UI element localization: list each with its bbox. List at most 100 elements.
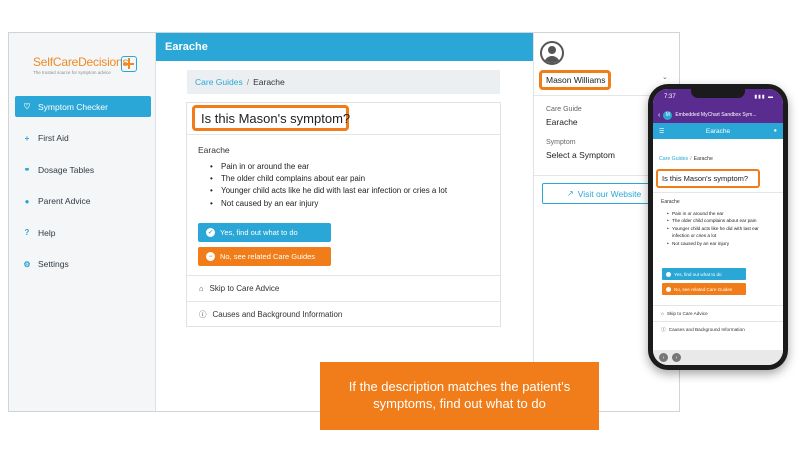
page-title: Earache xyxy=(165,41,208,53)
app-badge-icon: M xyxy=(663,110,673,120)
causes-background-link[interactable]: ⓘ Causes and Background Information xyxy=(187,301,500,327)
symptom-label: Symptom xyxy=(546,139,576,146)
minus-circle-icon xyxy=(666,286,671,292)
care-guide-label: Care Guide xyxy=(546,106,582,113)
user-avatar-icon xyxy=(540,41,564,65)
list-item: The older child complains about ear pain xyxy=(667,217,777,225)
yes-button-label: Yes, find out what to do xyxy=(220,228,298,237)
browser-back-icon[interactable]: ‹ xyxy=(659,353,668,362)
signal-battery-icon: ▮▮▮ ▬ xyxy=(754,94,774,100)
back-arrow-icon[interactable]: ‹ xyxy=(658,112,660,119)
sidebar-item-first-aid[interactable]: + First Aid xyxy=(15,128,151,149)
sidebar-item-label: Dosage Tables xyxy=(38,164,95,175)
phone-symptom-name: Earache xyxy=(661,199,680,205)
sidebar-item-label: Help xyxy=(38,227,56,238)
list-item: Younger child acts like he did with last… xyxy=(210,185,490,197)
minus-circle-icon: − xyxy=(206,252,215,261)
app-window: SelfCareDecisions The trusted source for… xyxy=(8,32,680,412)
sidebar-item-parent-advice[interactable]: ● Parent Advice xyxy=(15,191,151,212)
sidebar-item-label: Symptom Checker xyxy=(38,101,108,112)
divider xyxy=(653,192,783,193)
phone-breadcrumb-current: Earache xyxy=(693,156,713,162)
symptom-criteria-list: Pain in or around the ear The older chil… xyxy=(210,161,490,210)
check-circle-icon xyxy=(666,271,671,277)
phone-yes-button[interactable]: Yes, find out what to do xyxy=(662,268,746,280)
phone-no-label: No, see related Care Guides xyxy=(674,286,733,292)
phone-symptom-criteria-list: Pain in or around the ear The older chil… xyxy=(667,210,777,247)
phone-page-title: Earache xyxy=(705,127,731,135)
patient-selector[interactable]: Mason Williams xyxy=(539,70,611,90)
external-link-icon: ↗ xyxy=(567,189,574,198)
stethoscope-icon: ♡ xyxy=(23,102,31,111)
instruction-callout: If the description matches the patient's… xyxy=(320,362,599,430)
divider xyxy=(187,134,500,135)
sidebar-item-settings[interactable]: ⚙ Settings xyxy=(15,254,151,275)
symptom-value[interactable]: Select a Symptom xyxy=(546,150,615,160)
list-item: The older child complains about ear pain xyxy=(210,173,490,185)
chevron-down-icon[interactable]: ⌄ xyxy=(662,73,668,81)
main-content: Care Guides / Earache Is this Mason's symp… xyxy=(156,61,533,411)
gear-icon: ⚙ xyxy=(23,259,31,269)
phone-breadcrumb-link[interactable]: Care Guides xyxy=(659,156,688,162)
plus-icon: + xyxy=(24,133,30,143)
question-circle-icon: ? xyxy=(24,228,30,237)
symptom-name: Earache xyxy=(198,145,230,155)
phone-time: 7:37 xyxy=(664,94,676,100)
callout-text: If the description matches the patient's… xyxy=(348,379,571,411)
sidebar-item-label: First Aid xyxy=(38,133,69,143)
phone-skip-link[interactable]: ⌂ Skip to Care Advice xyxy=(653,305,783,321)
phone-breadcrumb-separator: / xyxy=(690,156,692,162)
phone-no-button[interactable]: No, see related Care Guides xyxy=(662,283,746,295)
sidebar-item-label: Settings xyxy=(38,259,69,269)
brand-mark-icon xyxy=(121,56,137,72)
info-circle-icon: ⓘ xyxy=(661,326,666,332)
breadcrumb-current: Earache xyxy=(253,77,285,87)
home-icon: ⌂ xyxy=(661,311,664,316)
breadcrumb: Care Guides / Earache xyxy=(187,70,500,94)
skip-link-label: Skip to Care Advice xyxy=(209,284,280,293)
sidebar-item-label: Parent Advice xyxy=(38,196,91,206)
phone-symptom-question-heading: Is this Mason's symptom? xyxy=(656,169,760,188)
phone-notch xyxy=(691,89,745,98)
breadcrumb-link-care-guides[interactable]: Care Guides xyxy=(195,77,243,87)
visit-button-label: Visit our Website xyxy=(577,188,642,199)
sidebar: SelfCareDecisions The trusted source for… xyxy=(9,33,156,411)
causes-link-label: Causes and Background Information xyxy=(212,310,343,319)
list-item: Not caused by an ear injury xyxy=(667,240,777,248)
phone-mockup: 7:37 ▮▮▮ ▬ ‹ M Embedded MyChart Sandbox … xyxy=(648,84,788,370)
yes-find-out-button[interactable]: ✓ Yes, find out what to do xyxy=(198,223,331,242)
phone-causes-link[interactable]: ⓘ Causes and Background Information xyxy=(653,321,783,337)
list-item: Pain in or around the ear xyxy=(210,161,490,173)
phone-page-header: ☰ Earache ● xyxy=(653,123,783,139)
page-header: Earache xyxy=(156,33,533,61)
list-item: Pain in or around the ear xyxy=(667,210,777,218)
sidebar-item-dosage-tables[interactable]: ⚭ Dosage Tables xyxy=(15,159,151,180)
home-icon: ⌂ xyxy=(199,284,204,293)
phone-app-title: Embedded MyChart Sandbox Sym... xyxy=(675,112,757,118)
phone-causes-label: Causes and Background Information xyxy=(668,327,745,332)
brand-logo[interactable]: SelfCareDecisions The trusted source for… xyxy=(33,55,137,79)
hamburger-menu-icon[interactable]: ☰ xyxy=(659,128,664,135)
phone-skip-label: Skip to Care Advice xyxy=(666,311,708,316)
sidebar-item-help[interactable]: ? Help xyxy=(15,222,151,243)
sidebar-nav: ♡ Symptom Checker + First Aid ⚭ Dosage T… xyxy=(15,96,151,285)
info-circle-icon: ⓘ xyxy=(199,310,207,319)
patient-name: Mason Williams xyxy=(546,75,606,85)
list-item: Not caused by an ear injury xyxy=(210,198,490,210)
chat-bubble-icon: ● xyxy=(24,196,30,206)
breadcrumb-separator: / xyxy=(246,77,250,87)
check-circle-icon: ✓ xyxy=(206,228,215,237)
browser-forward-icon[interactable]: › xyxy=(672,353,681,362)
phone-breadcrumb: Care Guides / Earache xyxy=(659,156,713,162)
no-related-guides-button[interactable]: − No, see related Care Guides xyxy=(198,247,331,266)
list-item: Younger child acts like he did with last… xyxy=(667,225,777,240)
phone-yes-label: Yes, find out what to do xyxy=(674,271,722,277)
sidebar-item-symptom-checker[interactable]: ♡ Symptom Checker xyxy=(15,96,151,117)
skip-to-care-advice-link[interactable]: ⌂ Skip to Care Advice xyxy=(187,275,500,301)
care-guide-value: Earache xyxy=(546,117,578,127)
user-icon[interactable]: ● xyxy=(774,128,777,134)
phone-screen: 7:37 ▮▮▮ ▬ ‹ M Embedded MyChart Sandbox … xyxy=(653,89,783,365)
pills-icon: ⚭ xyxy=(23,165,31,174)
phone-browser-toolbar: ‹ › xyxy=(653,350,783,365)
no-button-label: No, see related Care Guides xyxy=(220,252,316,261)
